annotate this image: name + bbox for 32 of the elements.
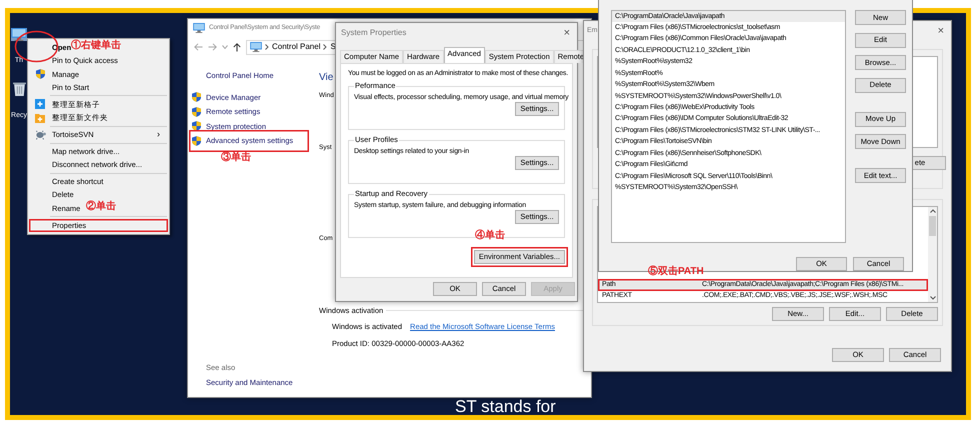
close-button[interactable]: × [936, 26, 946, 36]
back-icon [194, 43, 203, 51]
shield-icon [192, 136, 201, 146]
computer-icon [193, 23, 205, 33]
annotation-text: ③单击 [221, 152, 251, 163]
chevron-icon [265, 44, 269, 50]
turtle-icon [34, 130, 46, 140]
breadcrumb-item[interactable]: Control Panel [272, 42, 320, 52]
computer-icon [250, 42, 262, 52]
forward-icon [208, 43, 217, 51]
scrollbar[interactable] [928, 207, 937, 302]
shield-icon [192, 106, 201, 117]
section-heading: Vie [319, 72, 334, 84]
close-button[interactable]: × [562, 28, 572, 38]
scrollbar-thumb[interactable] [929, 216, 936, 236]
background-text: ST stands for [455, 399, 556, 414]
shield-icon [36, 69, 44, 80]
annotation-text: ⑤双击PATH [648, 266, 704, 277]
plus-square-icon [35, 99, 45, 110]
dropdown-caret-icon [222, 45, 228, 49]
annotation-text: ④单击 [475, 230, 505, 241]
scroll-up-icon [930, 209, 936, 213]
shield-icon [192, 121, 201, 132]
scroll-down-icon [930, 296, 936, 300]
annotation-text: ②单击 [86, 201, 116, 212]
annotation-text: ①右键单击 [71, 40, 121, 51]
window-title: System Properties [341, 28, 406, 38]
chevron-icon [323, 44, 328, 50]
submenu-arrow: › [157, 129, 160, 140]
shield-icon [192, 92, 201, 102]
plus-folder-icon [35, 112, 45, 123]
up-icon [233, 42, 241, 52]
